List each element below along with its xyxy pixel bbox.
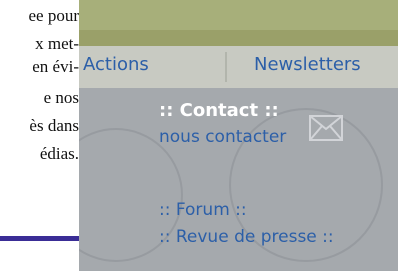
nav-divider (225, 52, 227, 82)
article-text-line: ès dans (29, 116, 79, 135)
nav-bar: Actions Newsletters (79, 46, 398, 88)
article-text-line: édias. (39, 144, 79, 163)
menu-link-press-review[interactable]: :: Revue de presse :: (159, 227, 334, 247)
contact-heading[interactable]: :: Contact :: (159, 100, 279, 121)
article-text-line: ee pour (28, 6, 79, 25)
nav-item-actions[interactable]: Actions (83, 54, 149, 76)
header-banner (79, 0, 398, 46)
envelope-icon[interactable] (309, 115, 343, 141)
header-banner-shade (79, 30, 398, 46)
menu-link-forum[interactable]: :: Forum :: (159, 200, 247, 220)
site-screenshot-panel: Actions Newsletters :: Contact :: nous c… (79, 0, 398, 271)
article-text-line: e nos (43, 88, 79, 107)
article-text-line: x met- (35, 34, 79, 53)
article-text-line: en évi- (32, 57, 79, 76)
contact-link[interactable]: nous contacter (159, 127, 286, 147)
nav-item-newsletters[interactable]: Newsletters (254, 54, 361, 76)
